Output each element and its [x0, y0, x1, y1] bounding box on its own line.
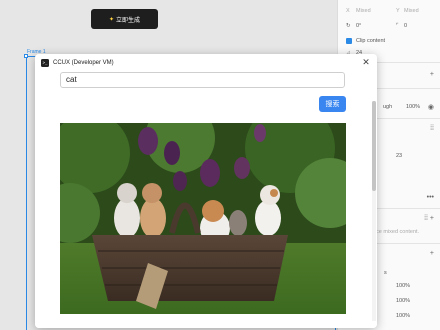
- position-row: X Mixed Y Mixed: [346, 8, 419, 14]
- more-icon[interactable]: •••: [427, 194, 434, 201]
- eye-icon[interactable]: ◉: [428, 103, 434, 111]
- scrollbar-thumb[interactable]: [372, 101, 376, 191]
- generate-button[interactable]: ✦ 立即生成: [91, 9, 158, 29]
- generate-button-label: 立即生成: [116, 17, 141, 24]
- x-field[interactable]: Mixed: [356, 8, 396, 14]
- clip-content-label: Clip content: [356, 38, 386, 44]
- window-content: cat 搜索: [35, 71, 377, 328]
- kittens-in-basket-image: [60, 123, 346, 314]
- y-field[interactable]: Mixed: [404, 8, 419, 14]
- rotation-field[interactable]: 0°: [356, 23, 396, 29]
- resize-handle[interactable]: [24, 54, 28, 58]
- window-scrollbar[interactable]: [372, 101, 376, 321]
- search-button[interactable]: 搜索: [319, 96, 346, 112]
- close-icon[interactable]: ✕: [360, 56, 372, 68]
- corner-radius-field[interactable]: 0: [404, 23, 407, 29]
- search-input[interactable]: cat: [60, 72, 345, 88]
- window-title: CCUX (Developer VM): [53, 59, 114, 66]
- window-titlebar[interactable]: >_ CCUX (Developer VM) ✕: [35, 54, 377, 71]
- clip-content-row[interactable]: Clip content: [346, 36, 434, 46]
- add-icon[interactable]: +: [430, 250, 434, 257]
- result-image: [60, 123, 346, 314]
- grid-icon[interactable]: ⁞⁞: [430, 125, 434, 132]
- sparkle-icon: ✦: [108, 16, 114, 23]
- add-icon[interactable]: +: [430, 71, 434, 78]
- transform-row: ↻ 0° ⌜ 0: [346, 23, 408, 29]
- clip-content-checkbox[interactable]: [346, 38, 352, 44]
- terminal-app-icon: >_: [41, 58, 49, 67]
- grid-icon[interactable]: ⁞⁞ +: [424, 215, 434, 222]
- app-window: >_ CCUX (Developer VM) ✕ cat 搜索: [35, 54, 377, 328]
- opacity-field[interactable]: 100%: [406, 104, 420, 110]
